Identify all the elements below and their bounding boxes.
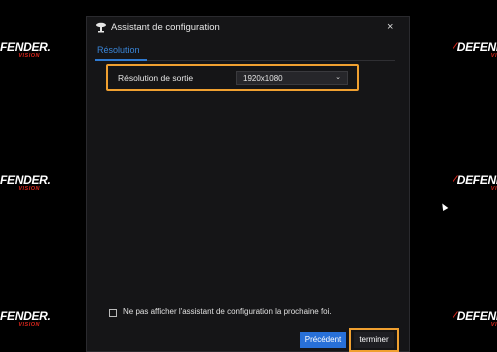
logo-mark-icon: ⁄ <box>453 41 455 54</box>
defender-logo-right-1: ⁄DEFEND VI <box>453 41 497 60</box>
logo-subtext: VISION <box>18 186 40 192</box>
defender-logo-left-3: FENDER. VISION <box>0 309 51 329</box>
logo-subtext: VISION <box>18 53 40 59</box>
logo-text: FENDER. <box>0 173 51 187</box>
previous-button[interactable]: Précédent <box>300 332 346 348</box>
configuration-wizard-dialog: Assistant de configuration × Résolution … <box>86 16 410 352</box>
output-resolution-value: 1920x1080 <box>243 74 283 83</box>
hide-wizard-label: Ne pas afficher l'assistant de configura… <box>123 307 332 316</box>
defender-logo-right-2: ⁄DEFEND VI <box>453 174 497 193</box>
logo-subtext: VI <box>490 322 497 328</box>
logo-subtext: VI <box>490 53 497 59</box>
logo-text: FENDER. <box>0 309 51 323</box>
tab-active-indicator <box>95 59 147 61</box>
wizard-icon <box>96 22 106 33</box>
dialog-titlebar[interactable]: Assistant de configuration × <box>87 17 409 37</box>
logo-mark-icon: ⁄ <box>453 174 455 187</box>
output-resolution-select[interactable]: 1920x1080 ⌄ <box>236 71 348 85</box>
output-resolution-label: Résolution de sortie <box>118 73 194 83</box>
logo-subtext: VISION <box>18 322 40 328</box>
chevron-down-icon: ⌄ <box>335 74 341 81</box>
tab-resolution[interactable]: Résolution <box>97 45 140 55</box>
defender-logo-left-1: FENDER. VISION <box>0 40 51 60</box>
hide-wizard-checkbox[interactable] <box>109 309 117 317</box>
logo-subtext: VI <box>490 186 497 192</box>
finish-button[interactable]: terminer <box>354 332 394 348</box>
logo-text: FENDER. <box>0 40 51 54</box>
mouse-cursor-icon <box>439 201 449 212</box>
close-icon[interactable]: × <box>387 21 393 33</box>
output-resolution-row: Résolution de sortie 1920x1080 ⌄ <box>106 64 359 91</box>
finish-button-highlight: terminer <box>349 328 399 352</box>
dialog-title: Assistant de configuration <box>111 22 220 33</box>
logo-mark-icon: ⁄ <box>453 310 455 323</box>
defender-logo-left-2: FENDER. VISION <box>0 173 51 193</box>
defender-logo-right-3: ⁄DEFEND VI <box>453 310 497 329</box>
